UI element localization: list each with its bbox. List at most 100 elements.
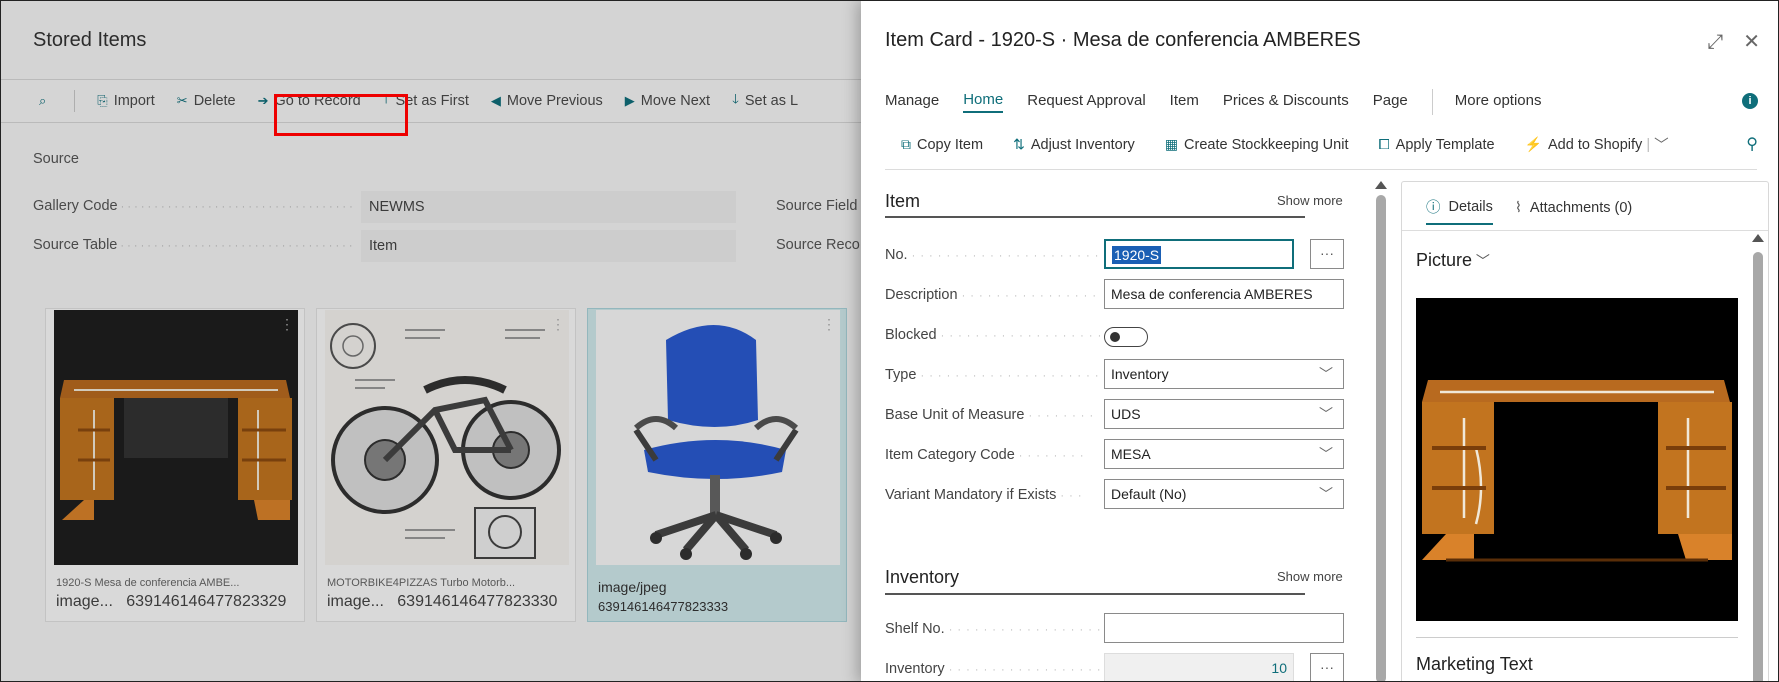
modal-overlay [1,1,871,681]
attachments-tab-label: Attachments (0) [1529,199,1633,216]
toggle-knob [1110,332,1120,342]
tab-details[interactable]: ⓘ Details [1426,196,1493,225]
details-tab-label: Details [1448,198,1493,215]
paperclip-icon: ⌇ [1514,199,1522,216]
chevron-down-icon: ﹀ [1319,446,1333,462]
no-lookup-button[interactable]: ··· [1310,239,1344,269]
base-unit-value: UDS [1111,406,1141,422]
base-unit-label: Base Unit of Measure · · · · · · · · [885,407,1095,423]
variant-mandatory-value: Default (No) [1111,486,1187,502]
section-underline [885,216,1305,218]
app-frame: Stored Items ⌕ ⎘ Import ✂ Delete ➔ Go to Re… [0,0,1779,682]
no-field[interactable]: 1920-S [1104,239,1294,269]
chevron-down-icon: ﹀ [1319,486,1333,502]
form-scrollbar[interactable] [1375,181,1387,681]
variant-mandatory-label-text: Variant Mandatory if Exists [885,487,1057,503]
item-section-heading: Item [885,191,921,211]
tab-prices-discounts[interactable]: Prices & Discounts [1223,92,1349,112]
variant-mandatory-label: Variant Mandatory if Exists · · · [885,487,1083,503]
info-icon[interactable]: i [1742,93,1758,109]
chevron-down-icon[interactable]: ﹀ [1654,134,1669,155]
divider: | [1646,136,1651,153]
copy-item-label: Copy Item [917,136,984,153]
copy-icon: ⧉ [901,136,911,152]
copy-item-button[interactable]: ⧉ Copy Item [901,136,983,153]
stockkeeping-icon: ▦ [1164,136,1179,152]
apply-template-label: Apply Template [1395,136,1495,153]
factbox-pane: ⓘ Details ⌇ Attachments (0) Picture ﹀ Ma… [1401,181,1769,681]
item-card-panel: Item Card - 1920-S · Mesa de conferencia… [861,1,1778,681]
adjust-inventory-label: Adjust Inventory [1030,136,1135,153]
tab-page[interactable]: Page [1373,92,1408,112]
tab-item[interactable]: Item [1170,92,1199,112]
inventory-section-heading: Inventory [885,567,960,587]
create-stockkeeping-label: Create Stockkeeping Unit [1184,136,1349,153]
divider [885,169,1757,170]
panel-title: Item Card - 1920-S · Mesa de conferencia… [885,29,1361,51]
command-bar: ⧉ Copy Item ⇅ Adjust Inventory ▦ Create Sto… [901,134,1699,155]
close-icon[interactable]: ✕ [1743,31,1760,53]
no-label-text: No. [885,247,908,263]
inventory-label-text: Inventory [885,661,945,677]
description-label-text: Description [885,287,958,303]
create-stockkeeping-unit-button[interactable]: ▦ Create Stockkeeping Unit [1165,136,1349,153]
factbox-tabs: ⓘ Details ⌇ Attachments (0) [1426,196,1654,225]
item-category-value: MESA [1111,446,1151,462]
factbox-scrollbar[interactable] [1752,234,1764,681]
picture-heading[interactable]: Picture ﹀ [1416,250,1490,271]
more-options-button[interactable]: More options [1455,92,1542,112]
adjust-inventory-button[interactable]: ⇅ Adjust Inventory [1013,136,1135,153]
tab-home[interactable]: Home [963,91,1004,113]
item-category-label: Item Category Code · · · · · · · · [885,447,1085,463]
add-to-shopify-label: Add to Shopify [1547,136,1643,153]
divider [1416,637,1738,638]
template-icon: ⧠ [1378,136,1390,152]
action-tabs: Manage Home Request Approval Item Prices… [885,89,1565,115]
section-underline [885,593,1305,595]
item-category-select[interactable]: MESA ﹀ [1104,439,1344,469]
description-label: Description · · · · · · · · · · · · · · … [885,287,1100,303]
tab-manage[interactable]: Manage [885,92,939,112]
description-value: Mesa de conferencia AMBERES [1111,286,1313,302]
scroll-thumb[interactable] [1376,195,1386,681]
base-unit-label-text: Base Unit of Measure [885,407,1025,423]
variant-mandatory-select[interactable]: Default (No) ﹀ [1104,479,1344,509]
pin-icon[interactable]: ⚲ [1746,134,1758,154]
item-show-more-link[interactable]: Show more [1277,193,1343,208]
scroll-thumb[interactable] [1753,252,1763,681]
add-to-shopify-button[interactable]: ⚡ Add to Shopify | ﹀ [1525,134,1669,155]
apply-template-button[interactable]: ⧠ Apply Template [1378,136,1494,153]
no-value: 1920-S [1112,246,1162,264]
picture-heading-text: Picture [1416,250,1473,270]
adjust-inventory-icon: ⇅ [1013,136,1025,152]
scroll-up-icon[interactable] [1752,234,1764,242]
stored-items-page: Stored Items ⌕ ⎘ Import ✂ Delete ➔ Go to Re… [1,1,871,681]
shopify-icon: ⚡ [1524,136,1542,152]
tab-attachments[interactable]: ⌇ Attachments (0) [1515,196,1632,225]
blocked-label: Blocked · · · · · · · · · · · · · · · · … [885,327,1100,343]
scroll-up-icon[interactable] [1375,181,1387,189]
shelf-no-label-text: Shelf No. [885,621,945,637]
inventory-label: Inventory · · · · · · · · · · · · · · · … [885,661,1100,677]
type-value: Inventory [1111,366,1169,382]
tab-request-approval[interactable]: Request Approval [1027,92,1145,112]
inventory-show-more-link[interactable]: Show more [1277,569,1343,584]
shelf-no-label: Shelf No. · · · · · · · · · · · · · · · … [885,621,1100,637]
inventory-lookup-button[interactable]: ··· [1310,653,1344,681]
divider [1431,89,1433,115]
highlight-box [274,94,408,136]
shelf-no-field[interactable] [1104,613,1344,643]
type-label: Type · · · · · · · · · · · · · · · · · ·… [885,367,1100,383]
inventory-field[interactable]: 10 [1104,653,1294,681]
base-unit-select[interactable]: UDS ﹀ [1104,399,1344,429]
chevron-down-icon: ﹀ [1319,366,1333,382]
description-field[interactable]: Mesa de conferencia AMBERES [1104,279,1344,309]
type-label-text: Type [885,367,917,383]
chevron-down-icon: ﹀ [1472,253,1490,269]
blocked-toggle[interactable] [1104,327,1148,347]
info-circle-icon: ⓘ [1426,200,1441,216]
type-select[interactable]: Inventory ﹀ [1104,359,1344,389]
item-category-label-text: Item Category Code [885,447,1015,463]
expand-icon[interactable]: ⤢ [1707,31,1723,53]
divider [1402,230,1768,231]
